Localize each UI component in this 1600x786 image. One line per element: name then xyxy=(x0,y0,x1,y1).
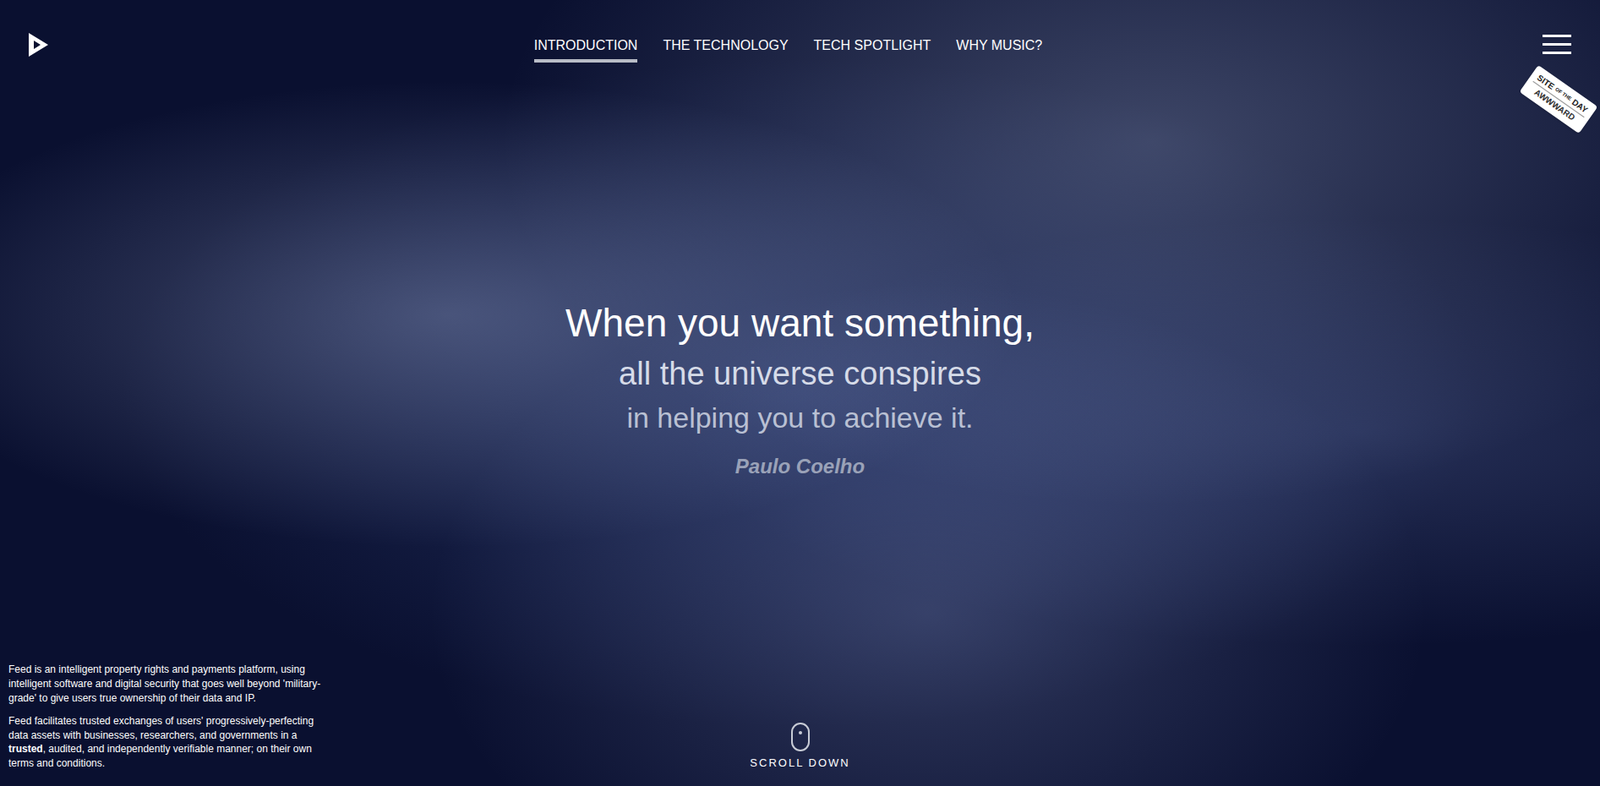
hero-quote: When you want something,all the universe… xyxy=(0,62,1600,663)
about-text: Feed is an intelligent property rights a… xyxy=(8,662,328,771)
quote-author: Paulo Coelho xyxy=(735,451,865,482)
logo-icon[interactable] xyxy=(25,30,51,60)
nav-item[interactable]: WHY MUSIC? xyxy=(955,35,1043,63)
main-nav: INTRODUCTION THE TECHNOLOGY TECH SPOTLIGHT… xyxy=(534,35,1043,63)
nav-item[interactable]: TECH SPOTLIGHT xyxy=(813,35,932,63)
menu-button[interactable] xyxy=(1542,34,1572,55)
nav-item[interactable]: THE TECHNOLOGY xyxy=(662,35,788,63)
top-bar: INTRODUCTION THE TECHNOLOGY TECH SPOTLIGHT… xyxy=(0,0,1600,63)
menu-line-icon xyxy=(1542,34,1572,38)
menu-line-icon xyxy=(1542,51,1572,55)
quote-line: all the universe conspires xyxy=(618,350,982,398)
mouse-icon xyxy=(791,722,810,752)
quote-line: in helping you to achieve it. xyxy=(626,397,973,439)
about-paragraph: Feed is an intelligent property rights a… xyxy=(8,662,328,705)
bottom-bar: Feed is an intelligent property rights a… xyxy=(0,662,1600,786)
about-paragraph: Feed facilitates trusted exchanges of us… xyxy=(8,714,328,771)
menu-line-icon xyxy=(1542,43,1572,46)
nav-item[interactable]: INTRODUCTION xyxy=(534,35,639,63)
landing-page: INTRODUCTION THE TECHNOLOGY TECH SPOTLIGHT… xyxy=(0,0,1600,786)
awards-badge[interactable]: SITEOF THEDAYAWWWARD xyxy=(1519,65,1599,134)
quote-line: When you want something, xyxy=(565,294,1035,352)
scroll-down[interactable]: SCROLL DOWN xyxy=(749,722,850,772)
